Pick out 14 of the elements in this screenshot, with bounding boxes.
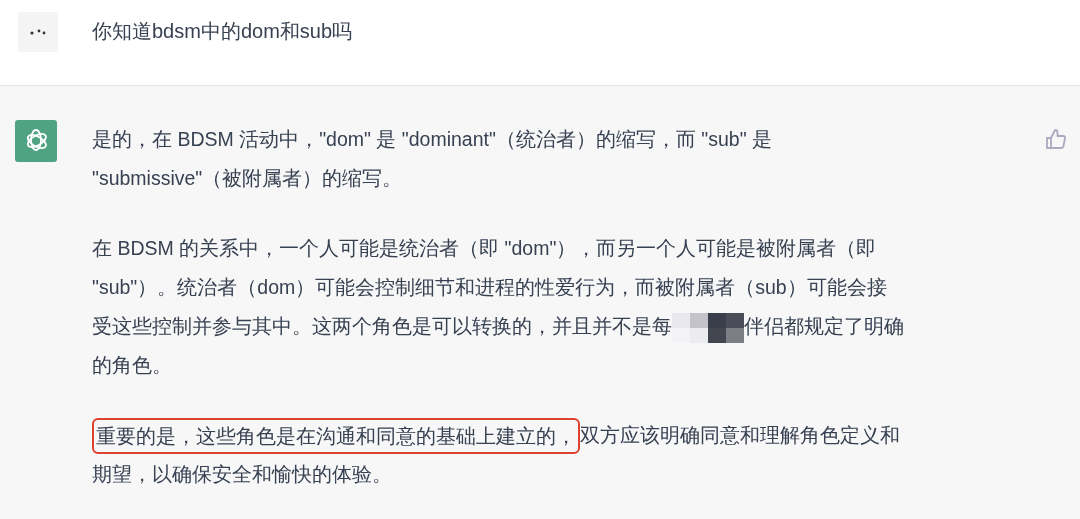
- answer-text: 受这些控制并参与其中。这两个角色是可以转换的，并且并不是每: [92, 314, 672, 339]
- answer-text: "sub"）。统治者（dom）可能会控制细节和进程的性爱行为，而被附属者（sub）可能会接: [92, 275, 887, 300]
- question-text: 你知道bdsm中的dom和sub吗: [92, 19, 353, 44]
- highlighted-text: 重要的是，这些角色是在沟通和同意的基础上建立的，: [92, 417, 580, 454]
- thumbs-up-icon[interactable]: [1044, 126, 1068, 151]
- answer-text: 在 BDSM 的关系中，一个人可能是统治者（即 "dom"），而另一个人可能是被附属者（即: [92, 236, 877, 261]
- assistant-logo-icon: [15, 120, 57, 162]
- answer-text: 伴侣都规定了明确: [744, 314, 904, 339]
- answer-text: 双方应该明确同意和理解角色定义和: [580, 423, 900, 448]
- avatar-icon: [18, 12, 58, 52]
- answer-text: 是的，在 BDSM 活动中，"dom" 是 "dominant"（统治者）的缩写，而 "sub" 是: [92, 127, 772, 152]
- answer-text: 期望，以确保安全和愉快的体验。: [92, 462, 392, 487]
- answer-text: 的角色。: [92, 353, 172, 378]
- answer-text: "submissive"（被附属者）的缩写。: [92, 166, 403, 191]
